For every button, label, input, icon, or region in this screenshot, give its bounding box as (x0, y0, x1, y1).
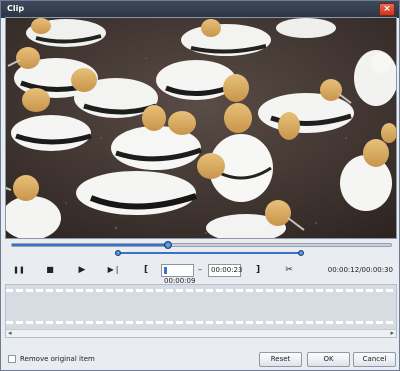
scissors-icon: ✂ (285, 265, 293, 275)
end-time-value: 00:00:23 (211, 266, 243, 274)
close-icon: × (383, 4, 391, 14)
next-frame-button[interactable]: ▶ (75, 263, 89, 277)
title-bar[interactable]: Clip × (1, 1, 399, 18)
video-preview[interactable] (5, 17, 397, 239)
remove-original-label: Remove original item (20, 355, 95, 363)
close-button[interactable]: × (379, 3, 395, 16)
horizontal-scrollbar[interactable]: ◂ ▸ (6, 329, 396, 337)
text-caret (164, 266, 167, 274)
clip-strip[interactable]: ◂ ▸ (5, 284, 397, 338)
scroll-right-icon[interactable]: ▸ (390, 330, 394, 337)
set-start-button[interactable]: [ (139, 263, 153, 277)
set-start-icon: [ (143, 265, 149, 275)
trim-range-track (117, 252, 301, 254)
playback-progress-fill (12, 244, 169, 246)
reset-button[interactable]: Reset (259, 352, 302, 367)
playback-slider[interactable] (11, 241, 392, 249)
start-time-input[interactable]: 00:00:09 (161, 264, 195, 285)
video-frame-image (6, 18, 396, 238)
set-end-icon: ] (255, 265, 261, 275)
next-frame-icon: ▶ (78, 265, 86, 275)
end-time-input[interactable]: 00:00:23 (208, 264, 243, 277)
split-button[interactable]: ✂ (282, 263, 296, 277)
strip-top-border (6, 289, 396, 292)
scroll-left-icon[interactable]: ◂ (8, 330, 12, 337)
range-separator: – (198, 265, 202, 274)
remove-original-checkbox[interactable] (8, 355, 16, 363)
remove-original-option[interactable]: Remove original item (8, 355, 95, 363)
stop-button[interactable]: ■ (43, 263, 57, 277)
strip-bottom-border (6, 321, 396, 324)
clip-dialog: Clip × ❚❚ ■ ▶ ▶❘ [00:00:09 – 00:00:23]… (0, 0, 400, 371)
playback-controls: ❚❚ ■ ▶ ▶❘ [ 00:00:09 – 00:00:23 ] ✂ 00:0… (1, 263, 399, 285)
set-end-button[interactable]: ] (251, 263, 265, 277)
ok-button[interactable]: OK (307, 352, 350, 367)
trim-range[interactable] (11, 250, 392, 256)
pause-icon: ❚❚ (13, 266, 25, 274)
dialog-footer: Remove original item Reset OK Cancel (1, 348, 399, 370)
window-title: Clip (7, 4, 25, 13)
elapsed-total-time: 00:00:12/00:00:30 (327, 266, 393, 274)
stop-icon: ■ (46, 265, 54, 274)
pause-button[interactable]: ❚❚ (12, 263, 26, 277)
trim-end-handle[interactable] (297, 250, 304, 256)
skip-to-end-button[interactable]: ▶❘ (107, 263, 121, 277)
playback-thumb[interactable] (164, 241, 173, 249)
skip-end-icon: ▶❘ (107, 265, 121, 274)
cancel-button[interactable]: Cancel (353, 352, 396, 367)
trim-start-handle[interactable] (114, 250, 121, 256)
